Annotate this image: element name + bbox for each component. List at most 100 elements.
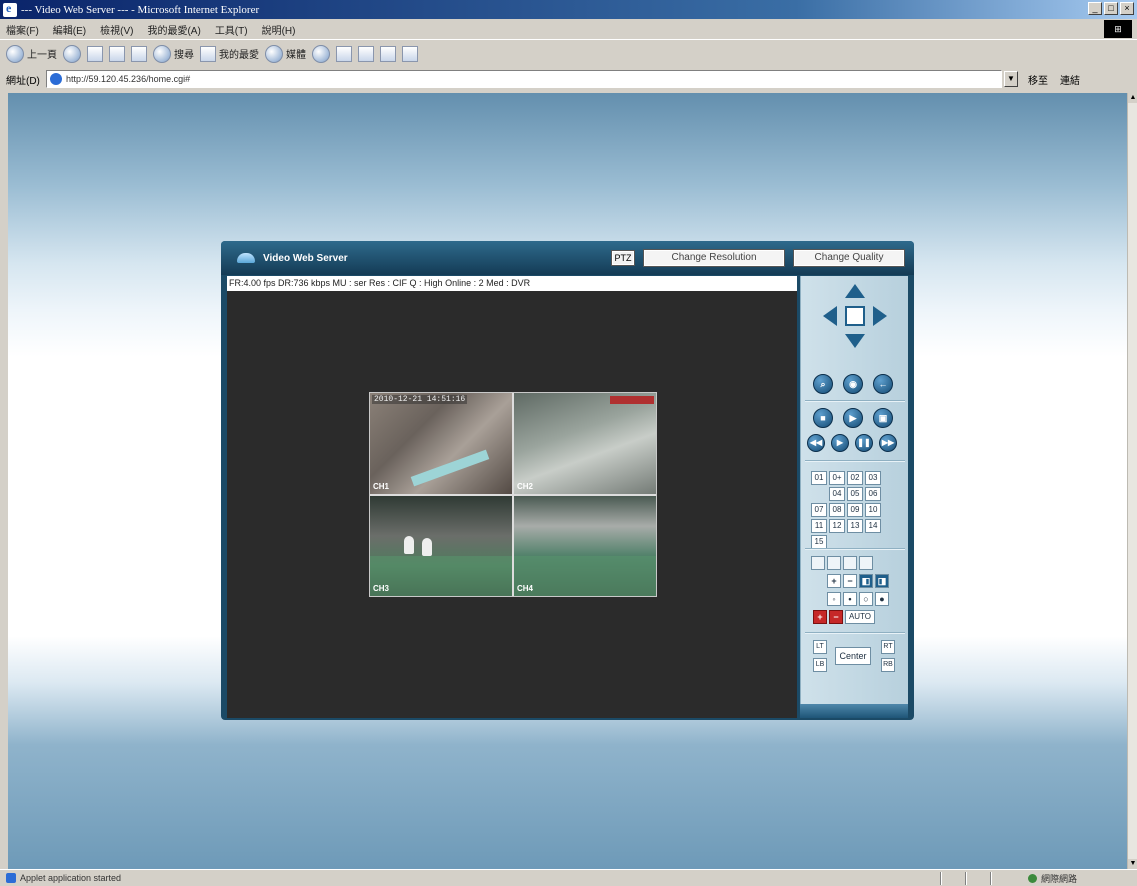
play-icon[interactable]: ▶ (843, 408, 863, 428)
focus-near-icon[interactable]: ◦ (827, 592, 841, 606)
camera-1[interactable]: 2010-12-21 14:51:16 CH1 (370, 393, 512, 494)
channel-button[interactable]: 06 (865, 487, 881, 501)
center-button[interactable]: Center (835, 647, 871, 665)
video-web-server-panel: Video Web Server PTZ Change Resolution C… (221, 241, 914, 720)
back-button[interactable]: 上一頁 (6, 44, 57, 63)
ptz-direction-pad[interactable] (823, 284, 887, 348)
layout-sixteen-icon[interactable] (859, 556, 873, 570)
channel-button[interactable]: 10 (865, 503, 881, 517)
channel-button[interactable]: 01 (811, 471, 827, 485)
pan-left-icon[interactable] (823, 306, 837, 326)
focus-far-icon[interactable]: • (843, 592, 857, 606)
scroll-down-icon[interactable]: ▼ (1128, 859, 1137, 869)
window-titlebar: --- Video Web Server --- - Microsoft Int… (0, 0, 1137, 19)
media-button[interactable]: 媒體 (265, 44, 306, 63)
media-label: 媒體 (286, 50, 306, 61)
history-icon[interactable] (312, 44, 330, 63)
right-bottom-button[interactable]: RB (881, 658, 895, 672)
menu-tools[interactable]: 工具(T) (215, 22, 248, 37)
channel-button[interactable]: 0+ (829, 471, 845, 485)
channel-button[interactable]: 09 (847, 503, 863, 517)
auto-button[interactable]: AUTO (845, 610, 875, 624)
pan-down-icon[interactable] (845, 334, 865, 348)
speed-up-button[interactable]: + (813, 610, 827, 624)
minimize-button[interactable]: _ (1088, 2, 1102, 15)
url-field[interactable]: http://59.120.45.236/home.cgi# (46, 70, 1002, 88)
left-top-button[interactable]: LT (813, 640, 827, 654)
camera-4[interactable]: CH4 (514, 495, 656, 596)
channel-button[interactable]: 08 (829, 503, 845, 517)
scene-floor (370, 555, 512, 596)
rewind-icon[interactable]: ◀◀ (807, 434, 825, 452)
channel-button[interactable]: 14 (865, 519, 881, 533)
back-label: 上一頁 (27, 50, 57, 61)
back-icon[interactable]: ← (873, 374, 893, 394)
zoom-out-button[interactable]: − (843, 574, 857, 588)
divider (805, 548, 905, 550)
home-icon[interactable] (131, 45, 147, 62)
iris-close-icon[interactable]: ● (875, 592, 889, 606)
camera-mosaic[interactable]: 2010-12-21 14:51:16 CH1 CH2 CH3 CH4 (369, 392, 657, 597)
video-viewport[interactable]: 2010-12-21 14:51:16 CH1 CH2 CH3 CH4 (227, 291, 797, 718)
change-quality-button[interactable]: Change Quality (793, 249, 905, 267)
menu-view[interactable]: 檢視(V) (100, 22, 133, 37)
home-position-icon[interactable] (845, 306, 865, 326)
channel-button[interactable]: 02 (847, 471, 863, 485)
iris-icon[interactable]: ◨ (875, 574, 889, 588)
left-bottom-button[interactable]: LB (813, 658, 827, 672)
menu-help[interactable]: 說明(H) (262, 22, 296, 37)
stop-icon[interactable]: ■ (813, 408, 833, 428)
search-label: 搜尋 (174, 50, 194, 61)
record-icon[interactable]: ▣ (873, 408, 893, 428)
pan-right-icon[interactable] (873, 306, 887, 326)
pause-icon[interactable]: ❚❚ (855, 434, 873, 452)
step-forward-icon[interactable]: ▶ (831, 434, 849, 452)
vertical-scrollbar[interactable]: ▲ ▼ (1127, 93, 1137, 869)
focus-icon[interactable]: ◧ (859, 574, 873, 588)
zoom-in-button[interactable]: + (827, 574, 841, 588)
messenger-icon[interactable] (402, 45, 418, 62)
iris-open-icon[interactable]: ○ (859, 592, 873, 606)
refresh-icon[interactable] (109, 45, 125, 62)
print-icon[interactable] (358, 45, 374, 62)
snapshot-icon[interactable]: ◉ (843, 374, 863, 394)
camera-3[interactable]: CH3 (370, 495, 512, 596)
channel-button[interactable]: 15 (811, 535, 827, 549)
right-top-button[interactable]: RT (881, 640, 895, 654)
links-button[interactable]: 連結 (1060, 72, 1080, 87)
layout-nine-icon[interactable] (843, 556, 857, 570)
fast-forward-icon[interactable]: ▶▶ (879, 434, 897, 452)
internet-zone-icon (1027, 874, 1037, 883)
divider (805, 460, 905, 462)
menu-favorites[interactable]: 我的最愛(A) (147, 22, 200, 37)
maximize-button[interactable]: □ (1104, 2, 1118, 15)
channel-button[interactable]: 05 (847, 487, 863, 501)
zoom-icon[interactable]: ⌕ (813, 374, 833, 394)
mail-icon[interactable] (336, 45, 352, 62)
channel-button[interactable]: 13 (847, 519, 863, 533)
channel-button[interactable]: 12 (829, 519, 845, 533)
go-button[interactable]: 移至 (1028, 72, 1048, 87)
change-resolution-button[interactable]: Change Resolution (643, 249, 785, 267)
channel-button[interactable]: 07 (811, 503, 827, 517)
menu-edit[interactable]: 編輯(E) (53, 22, 86, 37)
layout-quad-icon[interactable] (827, 556, 841, 570)
menu-file[interactable]: 檔案(F) (6, 22, 39, 37)
edit-icon[interactable] (380, 45, 396, 62)
layout-single-icon[interactable] (811, 556, 825, 570)
status-separator (940, 872, 942, 885)
pan-up-icon[interactable] (845, 284, 865, 298)
url-dropdown-icon[interactable]: ▼ (1004, 71, 1018, 87)
stop-icon[interactable] (87, 45, 103, 62)
channel-button[interactable]: 11 (811, 519, 827, 533)
ptz-button[interactable]: PTZ (611, 250, 635, 266)
scroll-up-icon[interactable]: ▲ (1128, 93, 1137, 103)
camera-2[interactable]: CH2 (514, 393, 656, 494)
channel-button[interactable]: 04 (829, 487, 845, 501)
close-button[interactable]: × (1120, 2, 1134, 15)
search-button[interactable]: 搜尋 (153, 44, 194, 63)
favorites-button[interactable]: 我的最愛 (200, 45, 259, 62)
channel-button[interactable]: 03 (865, 471, 881, 485)
speed-down-button[interactable]: − (829, 610, 843, 624)
forward-icon[interactable] (63, 44, 81, 63)
